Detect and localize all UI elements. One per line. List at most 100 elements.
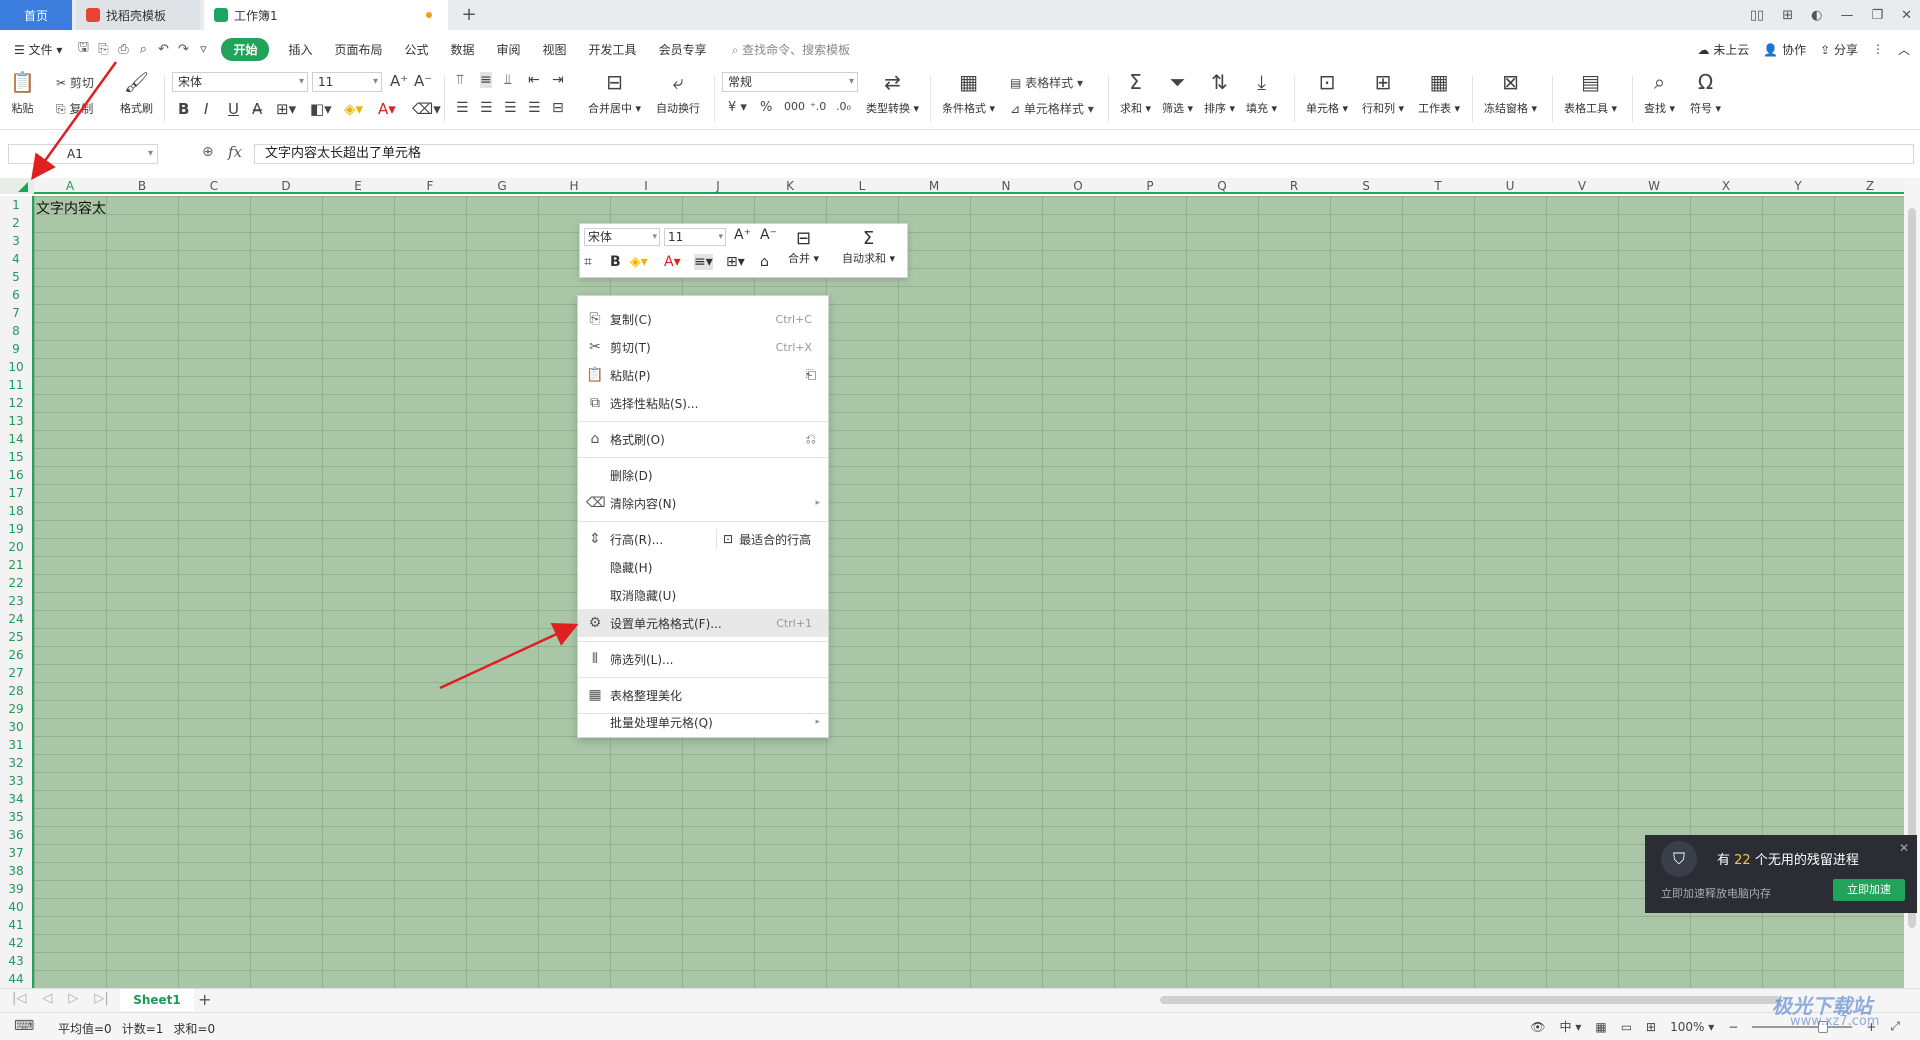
row-header[interactable]: 22: [0, 574, 32, 592]
row-header[interactable]: 43: [0, 952, 32, 970]
italic-icon[interactable]: I: [204, 100, 208, 118]
row-header[interactable]: 5: [0, 268, 32, 286]
column-header[interactable]: K: [754, 178, 826, 194]
preview-icon[interactable]: ⌕: [133, 42, 153, 57]
row-header[interactable]: 14: [0, 430, 32, 448]
column-header[interactable]: C: [178, 178, 250, 194]
mini-fill-color-icon[interactable]: ◈▾: [630, 254, 648, 270]
menu-file[interactable]: ☰ 文件 ▾: [0, 41, 73, 58]
mini-format-painter-icon[interactable]: ⌂: [760, 254, 769, 270]
mini-font-grow-icon[interactable]: A⁺: [734, 227, 751, 243]
layout-icon[interactable]: ▯▯: [1750, 8, 1764, 23]
column-header[interactable]: M: [898, 178, 970, 194]
column-header[interactable]: L: [826, 178, 898, 194]
worksheet-button[interactable]: ▦ 工作表 ▾: [1418, 70, 1460, 116]
row-header[interactable]: 21: [0, 556, 32, 574]
align-right-icon[interactable]: ☰: [504, 100, 517, 116]
select-all-corner[interactable]: [0, 178, 34, 194]
row-header[interactable]: 26: [0, 646, 32, 664]
restore-icon[interactable]: ❐: [1871, 8, 1883, 23]
column-header[interactable]: A: [34, 178, 106, 194]
fullscreen-icon[interactable]: ⤢: [1890, 1019, 1900, 1034]
horizontal-scroll-thumb[interactable]: [1160, 996, 1780, 1004]
column-header[interactable]: Y: [1762, 178, 1834, 194]
cloud-status[interactable]: ☁ 未上云: [1697, 41, 1749, 58]
row-header[interactable]: 35: [0, 808, 32, 826]
row-header[interactable]: 11: [0, 376, 32, 394]
more-icon[interactable]: ⋮: [1872, 42, 1884, 56]
collaborate-button[interactable]: 👤 协作: [1763, 41, 1806, 58]
row-header[interactable]: 44: [0, 970, 32, 988]
ctx-best-fit[interactable]: ⊡ 最适合的行高: [723, 531, 811, 548]
ctx-beautify[interactable]: ▦ 表格整理美化: [578, 681, 828, 709]
menu-review[interactable]: 审阅: [486, 41, 532, 58]
ctx-row-height[interactable]: ⇕ 行高(R)... ⊡ 最适合的行高: [578, 525, 828, 553]
qat-more-icon[interactable]: ▿: [193, 42, 213, 57]
row-header[interactable]: 34: [0, 790, 32, 808]
row-header[interactable]: 10: [0, 358, 32, 376]
row-header[interactable]: 20: [0, 538, 32, 556]
column-header[interactable]: U: [1474, 178, 1546, 194]
ctx-hide[interactable]: 隐藏(H): [578, 553, 828, 581]
ctx-clear[interactable]: ⌫ 清除内容(N) ▸: [578, 489, 828, 517]
row-header[interactable]: 9: [0, 340, 32, 358]
copy-button[interactable]: ⎘ 复制: [56, 100, 93, 117]
tab-home[interactable]: 首页: [0, 0, 72, 30]
table-style-button[interactable]: ▤ 表格样式 ▾: [1010, 74, 1083, 91]
ctx-copy[interactable]: ⎘ 复制(C) Ctrl+C: [578, 305, 828, 333]
decrease-decimal-icon[interactable]: .0₀: [836, 100, 851, 113]
menu-page-layout[interactable]: 页面布局: [323, 41, 393, 58]
ctx-filter-column[interactable]: ⫴ 筛选列(L)...: [578, 645, 828, 673]
menu-view[interactable]: 视图: [532, 41, 578, 58]
fill-color-icon[interactable]: ◈▾: [344, 100, 363, 118]
apps-grid-icon[interactable]: ⊞: [1782, 8, 1793, 23]
macro-record-icon[interactable]: ⌨: [14, 1018, 34, 1034]
row-header[interactable]: 24: [0, 610, 32, 628]
indent-increase-icon[interactable]: ⇥: [552, 72, 564, 88]
ctx-format-painter[interactable]: ⌂ 格式刷(O) ⎌: [578, 425, 828, 453]
column-header[interactable]: D: [250, 178, 322, 194]
select-all-triangle-icon[interactable]: [18, 182, 28, 192]
row-header[interactable]: 13: [0, 412, 32, 430]
column-header[interactable]: O: [1042, 178, 1114, 194]
row-header[interactable]: 23: [0, 592, 32, 610]
mini-font-color-icon[interactable]: A▾: [664, 254, 681, 270]
mini-font-name-select[interactable]: 宋体: [584, 228, 660, 246]
row-header[interactable]: 33: [0, 772, 32, 790]
mini-wrap-icon[interactable]: ⌗: [584, 254, 592, 270]
zoom-formula-icon[interactable]: ⊕: [202, 144, 214, 160]
currency-button[interactable]: ¥ ▾: [728, 100, 747, 115]
column-header[interactable]: F: [394, 178, 466, 194]
collapse-ribbon-icon[interactable]: ︿: [1898, 41, 1910, 58]
tab-workbook[interactable]: 工作簿1: [204, 0, 448, 30]
row-col-button[interactable]: ⊞ 行和列 ▾: [1362, 70, 1404, 116]
eraser-icon[interactable]: ⌫▾: [412, 100, 441, 118]
page-layout-view-icon[interactable]: ▭: [1621, 1020, 1632, 1034]
justify-icon[interactable]: ☰: [528, 100, 541, 116]
menu-formula[interactable]: 公式: [393, 41, 439, 58]
align-middle-icon[interactable]: ≡: [480, 72, 492, 88]
row-header[interactable]: 16: [0, 466, 32, 484]
zoom-out-icon[interactable]: −: [1728, 1020, 1738, 1034]
menu-member[interactable]: 会员专享: [648, 41, 718, 58]
row-header[interactable]: 1: [0, 196, 32, 214]
command-search[interactable]: ⌕ 查找命令、搜索模板: [732, 41, 851, 58]
row-header[interactable]: 17: [0, 484, 32, 502]
close-icon[interactable]: ✕: [1901, 8, 1912, 23]
underline-icon[interactable]: U: [228, 100, 239, 118]
row-header[interactable]: 25: [0, 628, 32, 646]
new-tab-button[interactable]: +: [458, 4, 480, 26]
row-header[interactable]: 30: [0, 718, 32, 736]
ctx-cut[interactable]: ✂ 剪切(T) Ctrl+X: [578, 333, 828, 361]
column-header[interactable]: I: [610, 178, 682, 194]
row-header[interactable]: 27: [0, 664, 32, 682]
row-header[interactable]: 19: [0, 520, 32, 538]
cell-style-button[interactable]: ⊿ 单元格样式 ▾: [1010, 100, 1094, 117]
cell-grid[interactable]: [34, 196, 1904, 988]
indent-decrease-icon[interactable]: ⇤: [528, 72, 540, 88]
number-format-select[interactable]: 常规: [722, 72, 858, 92]
column-header[interactable]: W: [1618, 178, 1690, 194]
mini-font-size-select[interactable]: 11: [664, 228, 726, 246]
row-header[interactable]: 42: [0, 934, 32, 952]
next-sheet-icon[interactable]: ▷: [68, 991, 78, 1006]
